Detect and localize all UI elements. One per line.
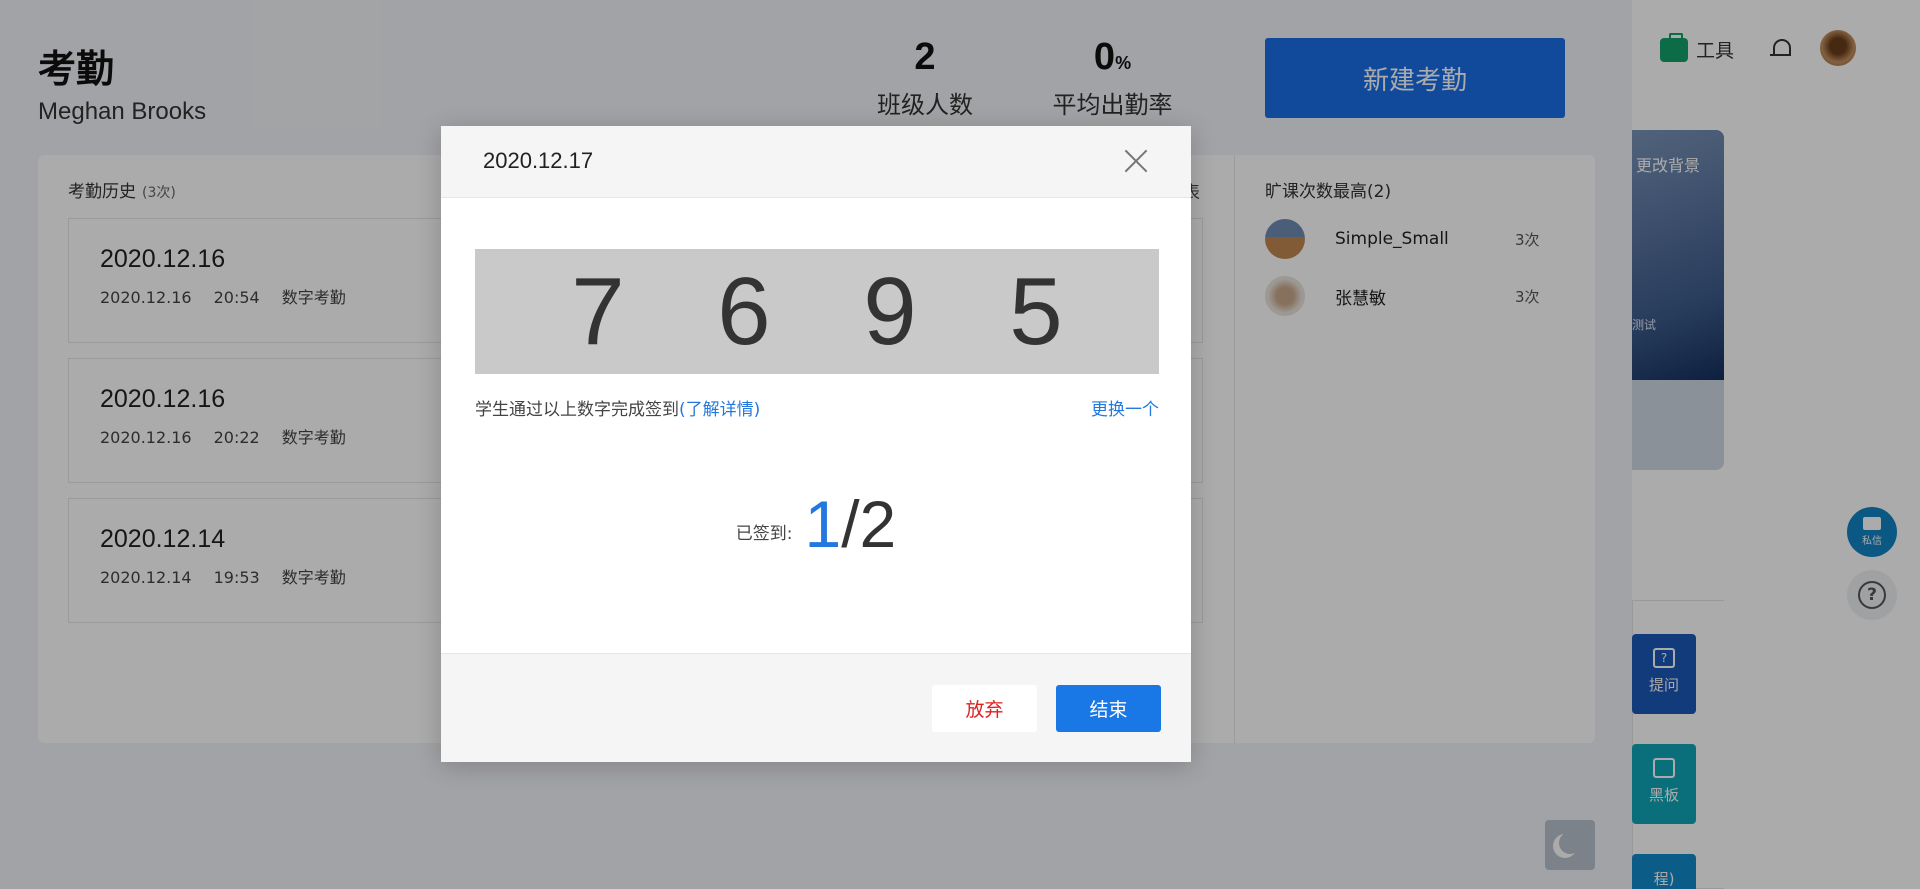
signed-total: /2 [841,487,897,561]
close-icon[interactable] [1123,148,1149,174]
dialog-footer: 放弃 结束 [441,653,1191,762]
learn-more-link[interactable]: (了解详情) [679,400,760,420]
change-code-link[interactable]: 更换一个 [1091,395,1159,420]
abandon-button[interactable]: 放弃 [932,685,1037,732]
end-button[interactable]: 结束 [1056,685,1161,732]
dialog-title: 2020.12.17 [483,148,594,173]
signed-label: 已签到: [735,524,793,544]
code-digit: 7 [571,257,625,365]
code-digit: 6 [717,257,771,365]
attendance-code: 7 6 9 5 [475,249,1159,374]
code-hint: 学生通过以上数字完成签到(了解详情) [475,400,761,420]
digit-attendance-dialog: 2020.12.17 7 6 9 5 学生通过以上数字完成签到(了解详情) 更换… [441,126,1191,762]
code-digit: 9 [863,257,917,365]
dialog-header: 2020.12.17 [441,126,1191,198]
code-digit: 5 [1009,257,1063,365]
signed-count: 1 [804,487,842,561]
signed-counter: 已签到: 1/2 [441,486,1191,562]
